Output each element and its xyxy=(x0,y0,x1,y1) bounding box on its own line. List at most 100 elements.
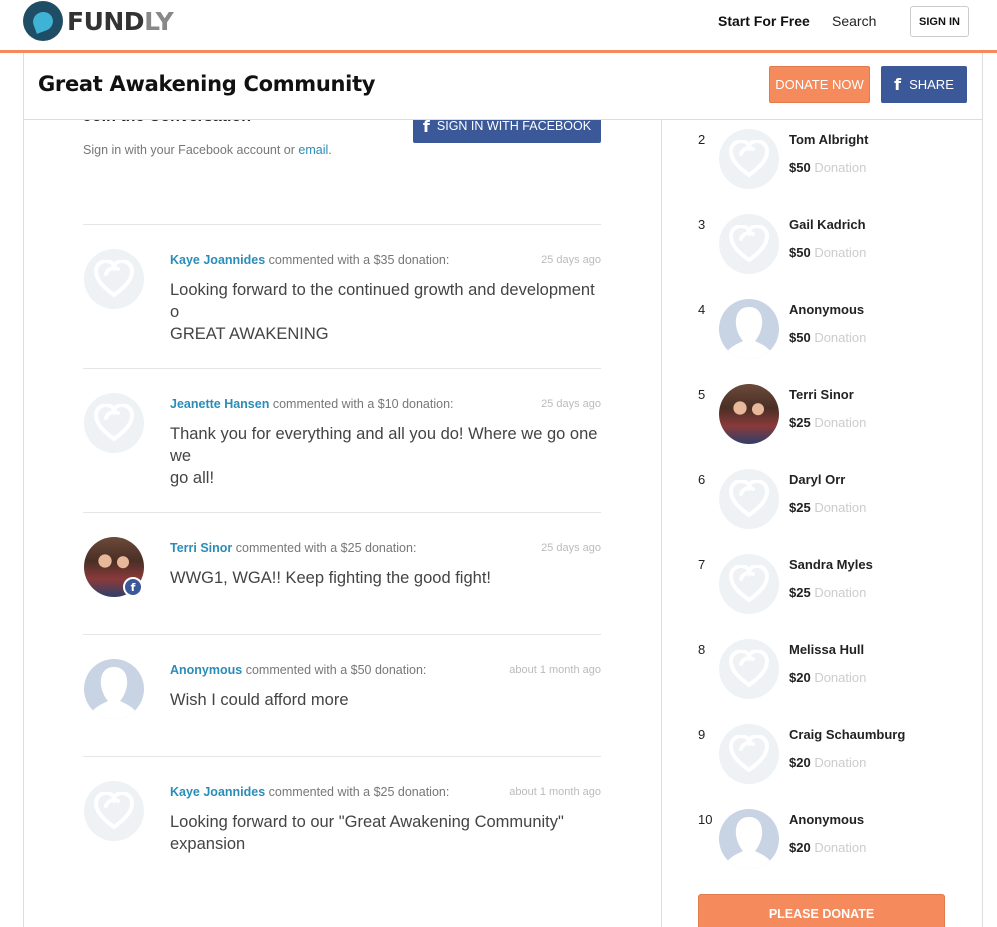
donor-name: Gail Kadrich xyxy=(789,217,866,232)
donation-label: Donation xyxy=(810,245,867,260)
donation-label: Donation xyxy=(810,585,867,600)
donation-amount: $25 xyxy=(789,500,811,515)
donor-rank: 9 xyxy=(698,727,706,742)
donation-amount: $25 xyxy=(789,585,811,600)
comment-timestamp: 25 days ago xyxy=(541,398,601,410)
comment-text: WWG1, WGA!! Keep fighting the good fight… xyxy=(170,569,491,587)
join-conversation-subtitle: Sign in with your Facebook account or em… xyxy=(83,143,332,157)
donor-amount: $25 Donation xyxy=(789,500,866,515)
donation-label: Donation xyxy=(810,415,867,430)
donor-rank: 6 xyxy=(698,472,706,487)
top-navigation: FUNDLY Start For Free Search SIGN IN xyxy=(0,0,997,53)
comment-action-text: commented with a $50 donation: xyxy=(242,663,427,677)
comment-text: Looking forward to our "Great Awakening … xyxy=(170,813,564,853)
donation-amount: $20 xyxy=(789,670,811,685)
donation-amount: $50 xyxy=(789,245,811,260)
comment-item: Kaye Joannides commented with a $35 dona… xyxy=(83,224,601,368)
start-for-free-link[interactable]: Start For Free xyxy=(718,13,810,29)
donor-rank: 7 xyxy=(698,557,706,572)
heart-avatar-icon xyxy=(84,781,144,841)
column-divider xyxy=(661,120,662,927)
comment-action-text: commented with a $35 donation: xyxy=(265,253,450,267)
comment-item: Jeanette Hansen commented with a $10 don… xyxy=(83,368,601,512)
comment-item: Kaye Joannides commented with a $25 dona… xyxy=(83,756,601,876)
comment-text: Thank you for everything and all you do!… xyxy=(170,425,598,487)
donor-item: 5 Terri Sinor $25 Donation xyxy=(698,384,958,464)
share-button[interactable]: f SHARE xyxy=(881,66,967,103)
heart-avatar-icon xyxy=(84,249,144,309)
donor-item: 8 Melissa Hull $20 Donation xyxy=(698,639,958,719)
donor-name: Terri Sinor xyxy=(789,387,854,402)
comment-timestamp: about 1 month ago xyxy=(509,664,601,676)
donor-amount: $20 Donation xyxy=(789,840,866,855)
donation-amount: $20 xyxy=(789,840,811,855)
comment-item: f Terri Sinor commented with a $25 donati… xyxy=(83,512,601,634)
donor-item: 6 Daryl Orr $25 Donation xyxy=(698,469,958,549)
donation-label: Donation xyxy=(810,670,867,685)
heart-avatar-icon xyxy=(719,639,779,699)
comment-meta: Kaye Joannides commented with a $25 dona… xyxy=(170,785,449,799)
fundly-logo[interactable]: FUNDLY xyxy=(23,1,174,41)
commenter-name-link[interactable]: Kaye Joannides xyxy=(170,253,265,267)
commenter-name-link[interactable]: Terri Sinor xyxy=(170,541,232,555)
commenter-name-link[interactable]: Anonymous xyxy=(170,663,242,677)
commenter-name-link[interactable]: Jeanette Hansen xyxy=(170,397,269,411)
donor-amount: $20 Donation xyxy=(789,755,866,770)
heart-avatar-icon xyxy=(719,129,779,189)
donor-amount: $25 Donation xyxy=(789,585,866,600)
donor-name: Anonymous xyxy=(789,302,865,317)
person-silhouette-icon xyxy=(84,659,144,719)
heart-avatar-icon xyxy=(719,724,779,784)
comment-timestamp: 25 days ago xyxy=(541,254,601,266)
donor-amount: $50 Donation xyxy=(789,330,866,345)
donor-item: 4 Anonymous $50 Donation xyxy=(698,299,958,379)
donor-name: Melissa Hull xyxy=(789,642,865,657)
donor-name: Craig Schaumburg xyxy=(789,727,906,742)
person-silhouette-icon xyxy=(719,809,779,869)
donor-rank: 10 xyxy=(698,812,713,827)
donation-label: Donation xyxy=(810,330,867,345)
donation-amount: $50 xyxy=(789,160,811,175)
logo-text: FUNDLY xyxy=(67,6,174,36)
please-donate-button[interactable]: PLEASE DONATE xyxy=(698,894,945,927)
fundly-logo-icon xyxy=(23,1,63,41)
email-signin-link[interactable]: email xyxy=(298,143,328,157)
donate-now-button[interactable]: DONATE NOW xyxy=(769,66,870,103)
comment-meta: Jeanette Hansen commented with a $10 don… xyxy=(170,397,454,411)
heart-avatar-icon xyxy=(719,469,779,529)
campaign-title: Great Awakening Community xyxy=(38,72,376,96)
donor-amount: $25 Donation xyxy=(789,415,866,430)
comment-action-text: commented with a $25 donation: xyxy=(232,541,417,555)
donor-item: 3 Gail Kadrich $50 Donation xyxy=(698,214,958,294)
donor-amount: $20 Donation xyxy=(789,670,866,685)
sign-in-button[interactable]: SIGN IN xyxy=(910,6,969,37)
donor-rank: 8 xyxy=(698,642,706,657)
user-photo-avatar xyxy=(719,384,779,444)
commenter-name-link[interactable]: Kaye Joannides xyxy=(170,785,265,799)
comment-action-text: commented with a $10 donation: xyxy=(269,397,454,411)
comment-meta: Anonymous commented with a $50 donation: xyxy=(170,663,426,677)
comment-meta: Terri Sinor commented with a $25 donatio… xyxy=(170,541,416,555)
donation-label: Donation xyxy=(810,755,867,770)
donor-rank: 4 xyxy=(698,302,706,317)
donor-name: Anonymous xyxy=(789,812,865,827)
comment-meta: Kaye Joannides commented with a $35 dona… xyxy=(170,253,449,267)
heart-avatar-icon xyxy=(719,554,779,614)
comment-timestamp: about 1 month ago xyxy=(509,786,601,798)
comment-timestamp: 25 days ago xyxy=(541,542,601,554)
heart-avatar-icon xyxy=(84,393,144,453)
donation-amount: $20 xyxy=(789,755,811,770)
donor-amount: $50 Donation xyxy=(789,245,866,260)
donor-rank: 3 xyxy=(698,217,706,232)
donor-item: 7 Sandra Myles $25 Donation xyxy=(698,554,958,634)
search-link[interactable]: Search xyxy=(832,13,876,29)
heart-avatar-icon xyxy=(719,214,779,274)
person-silhouette-icon xyxy=(719,299,779,359)
donor-rank: 5 xyxy=(698,387,706,402)
comment-text: Looking forward to the continued growth … xyxy=(170,281,595,343)
donor-name: Daryl Orr xyxy=(789,472,846,487)
comment-action-text: commented with a $25 donation: xyxy=(265,785,450,799)
comment-text: Wish I could afford more xyxy=(170,691,349,709)
donor-amount: $50 Donation xyxy=(789,160,866,175)
donation-label: Donation xyxy=(810,160,867,175)
